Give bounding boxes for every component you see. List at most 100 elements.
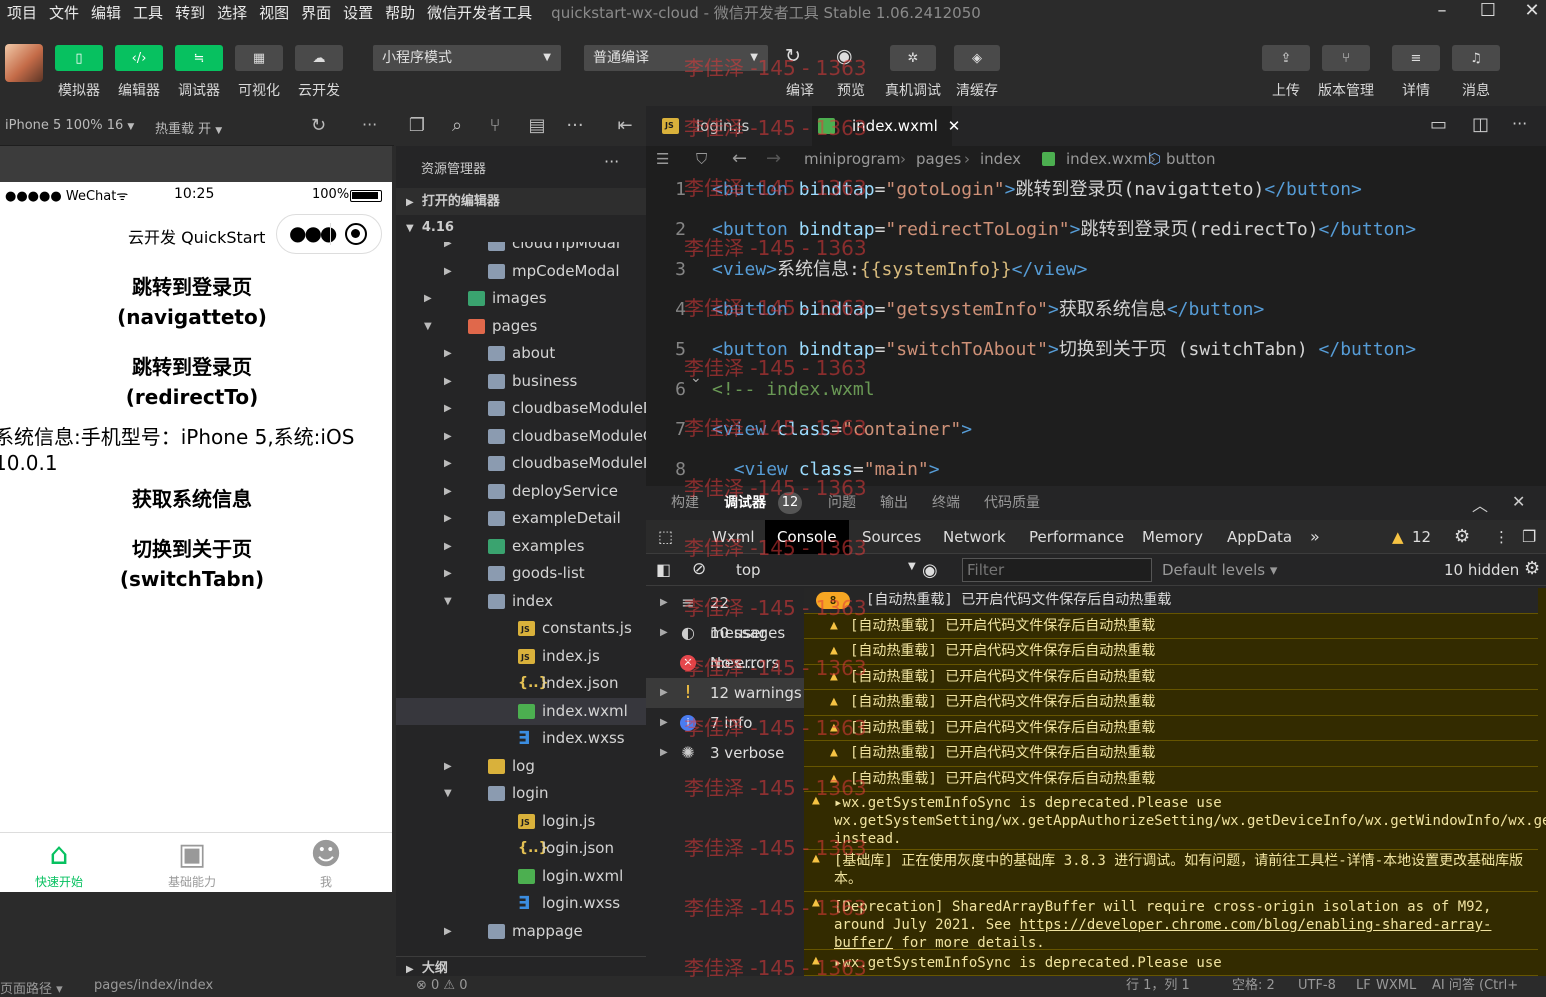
breadcrumb-item[interactable]: button [1166, 146, 1215, 172]
avatar[interactable] [5, 44, 43, 82]
eye-icon[interactable]: ◉ [922, 560, 938, 581]
settings-icon[interactable]: ⚙ [1454, 520, 1470, 554]
编辑器-toolbar-button[interactable]: ‹/› [115, 45, 163, 71]
comment-icon[interactable]: ▭ [1430, 114, 1447, 135]
settings-icon[interactable]: ⚙ [1524, 558, 1540, 579]
panel-tab[interactable]: 输出 [880, 486, 908, 520]
line-ending[interactable]: LF [1356, 976, 1371, 996]
console-filter-item[interactable]: ▶! 12 warnings [646, 678, 804, 708]
switch-about-button[interactable]: 切换到关于页 (switchTabn) [70, 534, 314, 594]
log-row[interactable]: ▲ [自动热重载] 已开启代码文件保存后自动热重载 [804, 614, 1538, 639]
redirect-login-button[interactable]: 跳转到登录页 (redirectTo) [70, 352, 314, 412]
tree-item[interactable]: index.wxml [396, 697, 646, 725]
tree-item[interactable]: ∃ login.wxss [396, 890, 646, 917]
indent-spaces[interactable]: 空格: 2 [1232, 976, 1275, 996]
devtools-tab[interactable]: AppData [1227, 520, 1292, 554]
bug-icon-button[interactable]: ✲ [890, 45, 936, 71]
encoding[interactable]: UTF-8 [1298, 976, 1336, 996]
extensions-icon[interactable]: ▤ [526, 106, 548, 146]
files-icon[interactable]: ❐ [406, 106, 428, 146]
more-icon[interactable]: ··· [362, 115, 377, 134]
log-row[interactable]: ▲ [自动热重载] 已开启代码文件保存后自动热重载 [804, 767, 1538, 792]
log-row[interactable]: ▲ [自动热重载] 已开启代码文件保存后自动热重载 [804, 690, 1538, 716]
refresh-icon[interactable]: ↻ [785, 45, 801, 67]
devtools-tab[interactable]: Network [943, 520, 1006, 554]
split-editor-icon[interactable]: ◫ [1472, 114, 1489, 135]
log-row[interactable]: ▲ [自动热重载] 已开启代码文件保存后自动热重载 [804, 665, 1538, 690]
log-row[interactable]: ▲ [基础库] 正在使用灰度中的基础库 3.8.3 进行调试。如有问题，请前往工具… [804, 850, 1538, 892]
tree-item[interactable]: ▶ mpCodeModal [396, 258, 646, 285]
clear-console-icon[interactable]: ⊘ [692, 559, 706, 579]
menu-item[interactable]: 转到 [168, 2, 210, 23]
root-folder[interactable]: ▼ 4.16 [396, 216, 646, 240]
devtools-tab[interactable]: Performance [1029, 520, 1124, 554]
explorer-more-icon[interactable]: ··· [604, 152, 619, 171]
log-row[interactable]: ▲ ▸wx.getSystemInfoSync is deprecated.Ple… [804, 792, 1546, 850]
tree-item[interactable]: ▶ mappage [396, 918, 646, 945]
close-tab-icon[interactable]: ✕ [948, 117, 961, 135]
editor-tab[interactable]: JS login.js [656, 106, 806, 146]
compile-select[interactable]: 普通编译 ▼ [584, 45, 768, 71]
menu-item[interactable]: 微信开发者工具 [420, 2, 537, 23]
menu-item[interactable]: 选择 [210, 2, 252, 23]
source-control-icon[interactable]: ⑂ [484, 106, 506, 146]
editor-tab[interactable]: index.wxml ✕ [812, 106, 960, 146]
log-row[interactable]: ▲ ▸wx.getSystemInfoSync is deprecated.Ple… [804, 952, 1538, 976]
fold-icon[interactable]: ⌄ [690, 370, 702, 386]
tab-user[interactable]: ☻ 我 [286, 837, 366, 890]
tree-item[interactable]: {..} login.json [396, 835, 646, 862]
breadcrumb-item[interactable]: pages [916, 146, 961, 172]
more-icon[interactable]: ··· [1512, 114, 1527, 133]
breadcrumb-item[interactable]: miniprogram [804, 146, 900, 172]
tree-item[interactable]: ▶ cloudbaseModuleIn... [396, 450, 646, 477]
console-filter-item[interactable]: ▶ i 7 info [646, 708, 804, 738]
inspect-icon[interactable]: ⬚ [658, 520, 673, 554]
tree-item[interactable]: ▶ cloudbaseModuleG... [396, 423, 646, 450]
forward-icon[interactable]: → [766, 146, 781, 172]
list-icon[interactable]: ☰ [656, 146, 669, 172]
code-area[interactable]: 1 <button bindtap="gotoLogin">跳转到登录页(navi… [646, 172, 1546, 486]
tree-item[interactable]: ▶ about [396, 340, 646, 367]
breadcrumb-item[interactable]: index [980, 146, 1021, 172]
panel-tab[interactable]: 代码质量 [984, 486, 1040, 520]
maximize-icon[interactable]: ☐ [1472, 0, 1504, 24]
ai-chat[interactable]: AI 问答 (Ctrl+ [1432, 976, 1546, 996]
hot-reload-toggle[interactable]: 热重载 开 ▼ [155, 118, 222, 137]
tree-item[interactable]: ▶ business [396, 368, 646, 395]
context-select[interactable]: top [736, 561, 761, 579]
menu-item[interactable]: 设置 [336, 2, 378, 23]
tree-item[interactable]: ▶ images [396, 285, 646, 312]
tree-item[interactable]: ▶ cloudbaseModuleD... [396, 395, 646, 422]
refresh-icon[interactable]: ↻ [311, 115, 326, 136]
tree-item[interactable]: JS index.js [396, 643, 646, 670]
layers-icon-button[interactable]: ◈ [954, 45, 1000, 71]
tree-item[interactable]: login.wxml [396, 863, 646, 890]
minimize-icon[interactable]: – [1426, 0, 1458, 24]
tree-item[interactable]: ∃ index.wxss [396, 725, 646, 752]
panel-tab[interactable]: 终端 [932, 486, 960, 520]
console-filter-item[interactable]: ✕ No errors [646, 648, 804, 678]
tab-terminal[interactable]: ▣ 基础能力 [152, 837, 232, 890]
menu-item[interactable]: 界面 [294, 2, 336, 23]
chevron-up-icon[interactable]: ︿ [1472, 492, 1488, 516]
log-row[interactable]: ▲ [Deprecation] SharedArrayBuffer will re… [804, 892, 1538, 951]
panel-tab[interactable]: 构建 [671, 486, 699, 520]
panel-tab[interactable]: 问题 [828, 486, 856, 520]
console-filter-item[interactable]: ▶ ≡ 22 messages [646, 588, 804, 642]
devtools-tab[interactable]: Memory [1142, 520, 1203, 554]
console-filter-item[interactable]: ▶ ◐ 10 user mes... [646, 618, 804, 672]
levels-select[interactable]: Default levels ▾ [1162, 561, 1277, 579]
log-row[interactable]: 8 [自动热重载] 已开启代码文件保存后自动热重载 [804, 588, 1538, 614]
log-row[interactable]: ▲ [自动热重载] 已开启代码文件保存后自动热重载 [804, 716, 1538, 741]
console-filter-item[interactable]: ▶ ✺ 3 verbose [646, 738, 804, 768]
devtools-tab[interactable]: Console [765, 520, 849, 554]
tree-item[interactable]: ▶ deployService [396, 478, 646, 505]
collapse-panel-icon[interactable]: ⇤ [614, 106, 636, 146]
upload-icon-button[interactable]: ⇪ [1262, 45, 1310, 71]
tree-item[interactable]: JS login.js [396, 808, 646, 835]
tree-item[interactable]: ▼ index [396, 588, 646, 615]
dock-icon[interactable]: ❐ [1522, 520, 1536, 554]
bell-icon-button[interactable]: ♫ [1452, 45, 1500, 71]
menu-item[interactable]: 文件 [42, 2, 84, 23]
log-row[interactable]: ▲ [自动热重载] 已开启代码文件保存后自动热重载 [804, 639, 1538, 665]
